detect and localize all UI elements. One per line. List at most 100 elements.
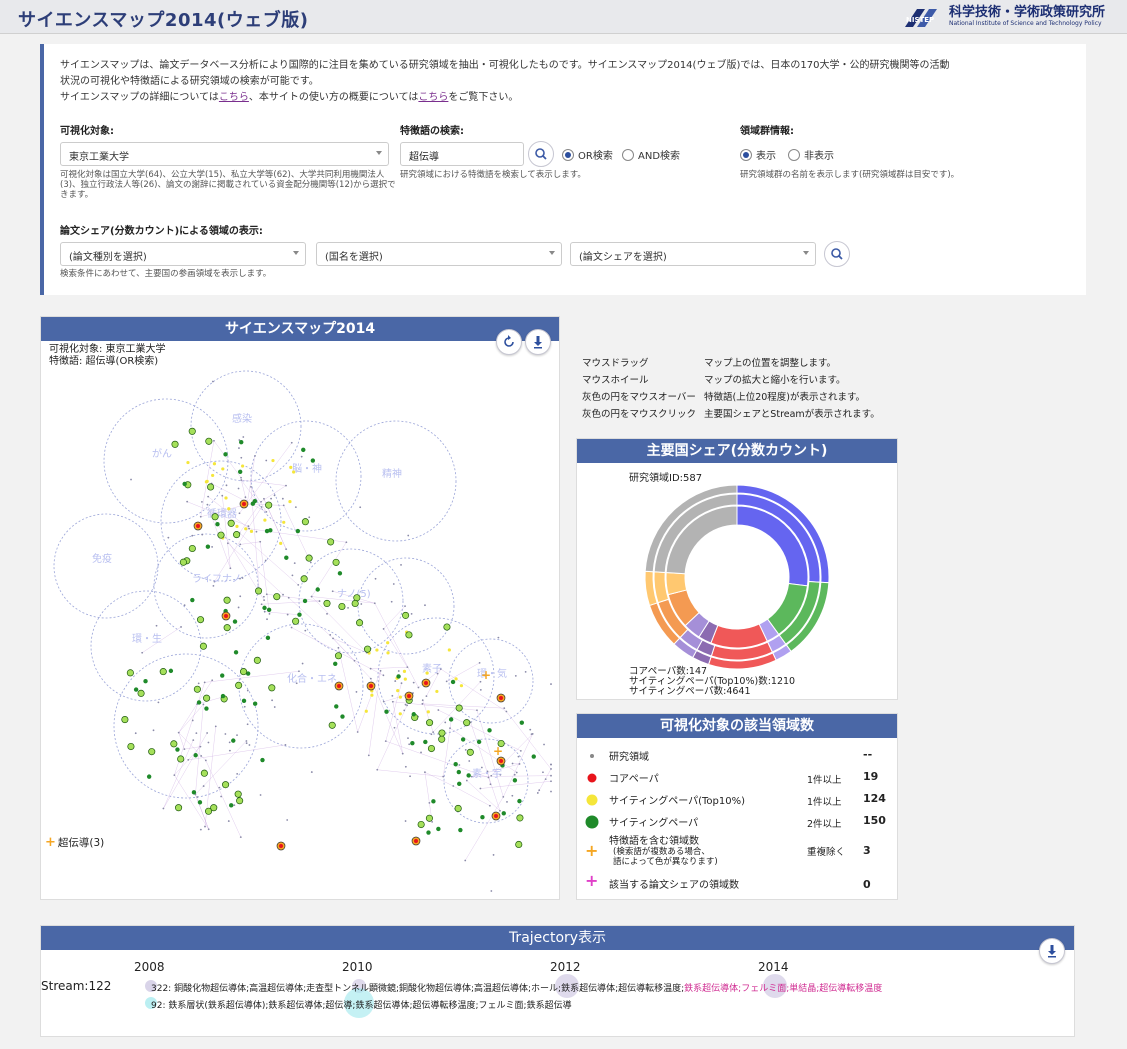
citing-dot [268, 684, 276, 692]
detail-link[interactable]: こちら [219, 92, 249, 103]
area-dot [211, 546, 214, 548]
core-dot-center [242, 502, 246, 506]
share-select[interactable]: (論文シェアを選択) [570, 242, 816, 266]
area-dot [239, 595, 242, 598]
network-edge [374, 603, 419, 688]
area-dot [514, 675, 517, 677]
trajectory-download-button[interactable] [1039, 938, 1065, 964]
citing-dot [199, 642, 207, 650]
chevron-down-icon [293, 251, 299, 255]
area-dot [214, 725, 217, 728]
citing-dot [305, 554, 313, 562]
area-dot [499, 809, 501, 812]
share-search-button[interactable] [824, 241, 850, 267]
area-dot [420, 751, 422, 754]
usage-link[interactable]: こちら [418, 92, 448, 103]
keyword-search-button[interactable] [528, 141, 554, 167]
citing-top-dot [221, 467, 225, 471]
citing-dot [417, 820, 425, 829]
region-label: ライフナノ [192, 573, 242, 585]
citing-dot [512, 778, 518, 783]
or-search-radio[interactable]: OR検索 [562, 147, 613, 162]
area-dot [212, 584, 215, 587]
keyword-note: 研究領域における特徴語を検索して表示します。 [400, 170, 586, 180]
citing-dot [237, 469, 243, 474]
target-label: 可視化対象: [60, 126, 114, 137]
area-dot [374, 577, 377, 580]
keyword-marker: + [493, 744, 503, 758]
trajectory-line-92[interactable]: 92: 鉄系層状(鉄系超伝導体);鉄系超伝導体;超伝導;鉄系超伝導体;超伝導転移… [151, 998, 572, 1011]
citing-dot [443, 623, 451, 631]
paper-type-select[interactable]: (論文種別を選択) [60, 242, 306, 266]
area-dot [464, 859, 467, 862]
network-edge [449, 727, 517, 773]
citing-dot [171, 440, 179, 448]
logo-text-main: 科学技術・学術政策研究所 [948, 5, 1105, 20]
area-dot [542, 771, 544, 774]
keyword-legend: + 超伝導(3) [45, 835, 105, 850]
citing-dot [301, 447, 306, 453]
network-edge [383, 628, 408, 668]
and-search-radio[interactable]: AND検索 [622, 147, 680, 162]
download-button[interactable] [525, 329, 551, 355]
area-dot [259, 540, 262, 543]
area-dot [270, 497, 272, 500]
trajectory-line-322[interactable]: 322: 銅酸化物超伝導体;高温超伝導体;走査型トンネル顕微鏡;銅酸化物超伝導体… [151, 981, 882, 994]
area-dot [367, 754, 370, 757]
area-dot [273, 706, 276, 708]
citing-dot [351, 599, 359, 608]
citing-dot [501, 811, 506, 816]
area-dot [273, 494, 276, 497]
area-dot [515, 771, 518, 774]
keyword-input[interactable]: 超伝導 [400, 142, 524, 166]
target-select[interactable]: 東京工業大学 [60, 142, 389, 166]
area-dot [239, 543, 242, 546]
science-map-canvas[interactable]: がん感染脳・神 精神免疫循環器ライフナノナノ(5)環・生化合・エネ素子 環・気素・宇… [41, 341, 559, 899]
citing-top-dot [235, 524, 239, 528]
citing-dot [229, 803, 234, 808]
network-edge [163, 732, 208, 809]
citing-dot [300, 575, 308, 583]
citing-dot [515, 840, 523, 849]
citing-top-dot [447, 648, 451, 652]
area-dot [373, 602, 376, 605]
area-dot [550, 763, 552, 766]
group-hide-radio[interactable]: 非表示 [788, 147, 834, 162]
area-dot [392, 583, 395, 585]
citing-dot [266, 607, 272, 613]
citing-dot [210, 804, 218, 812]
citing-top-dot [186, 460, 190, 465]
country-select[interactable]: (国名を選択) [316, 242, 562, 266]
citing-top-dot [396, 688, 400, 693]
cluster-circle [90, 590, 202, 702]
network-edge [438, 709, 521, 752]
nistep-logo[interactable]: NISTEP 科学技術・学術政策研究所 National Institute o… [903, 4, 1105, 30]
area-dot [290, 626, 293, 629]
reset-button[interactable] [496, 329, 522, 355]
citing-dot [223, 596, 231, 604]
citing-dot [204, 706, 209, 711]
area-dot [229, 567, 232, 570]
citing-dot [235, 681, 243, 689]
citing-dot [273, 593, 281, 601]
citing-dot [396, 674, 401, 679]
map-meta: 可視化対象: 東京工業大学 特徴語: 超伝導(OR検索) [49, 344, 166, 367]
citing-top-dot [403, 677, 407, 681]
group-show-radio[interactable]: 表示 [740, 147, 776, 162]
area-dot [263, 610, 266, 613]
area-dot [384, 740, 387, 743]
network-edge [453, 785, 490, 806]
area-dot [511, 794, 514, 797]
area-dot [268, 613, 271, 615]
citing-dot [411, 712, 416, 717]
area-dot [511, 762, 514, 765]
area-dot [401, 752, 404, 755]
area-dot [226, 542, 229, 545]
area-dot [199, 745, 202, 748]
app-title: サイエンスマップ2014(ウェブ版) [18, 10, 309, 31]
citing-dot [310, 458, 316, 463]
area-dot [409, 775, 411, 778]
cluster-circle [298, 548, 404, 654]
area-dot [191, 719, 194, 722]
area-dot [544, 778, 547, 781]
